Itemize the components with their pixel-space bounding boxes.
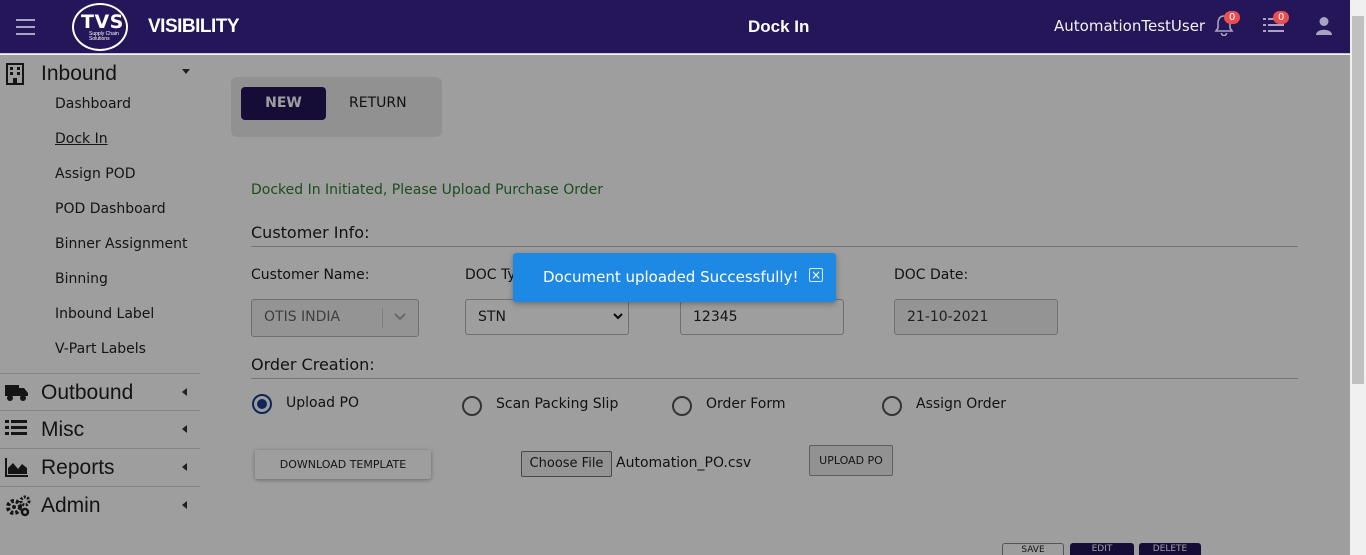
bell-icon[interactable]: 0	[1214, 11, 1241, 40]
task-list-icon[interactable]: 0	[1263, 11, 1290, 38]
brand-name: VISIBILITY	[148, 16, 240, 37]
logo-text: TVS	[81, 11, 124, 33]
close-icon[interactable]: ×	[809, 268, 823, 282]
page-title: Dock In	[748, 17, 810, 36]
success-toast: Document uploaded Successfully! ×	[513, 253, 836, 302]
top-navbar: TVS Supply Chain Solutions VISIBILITY Do…	[0, 0, 1350, 54]
toast-message: Document uploaded Successfully!	[543, 268, 799, 286]
tasks-badge: 0	[1273, 11, 1290, 24]
tvs-logo: TVS Supply Chain Solutions	[72, 3, 128, 51]
user-avatar-icon[interactable]	[1315, 16, 1333, 40]
notification-badge: 0	[1224, 11, 1241, 24]
username[interactable]: AutomationTestUser	[1054, 17, 1205, 35]
scrollbar-thumb[interactable]	[1352, 16, 1364, 384]
logo-subtext: Supply Chain Solutions	[89, 31, 119, 42]
hamburger-menu-icon[interactable]	[16, 19, 35, 35]
modal-overlay	[0, 55, 1350, 555]
